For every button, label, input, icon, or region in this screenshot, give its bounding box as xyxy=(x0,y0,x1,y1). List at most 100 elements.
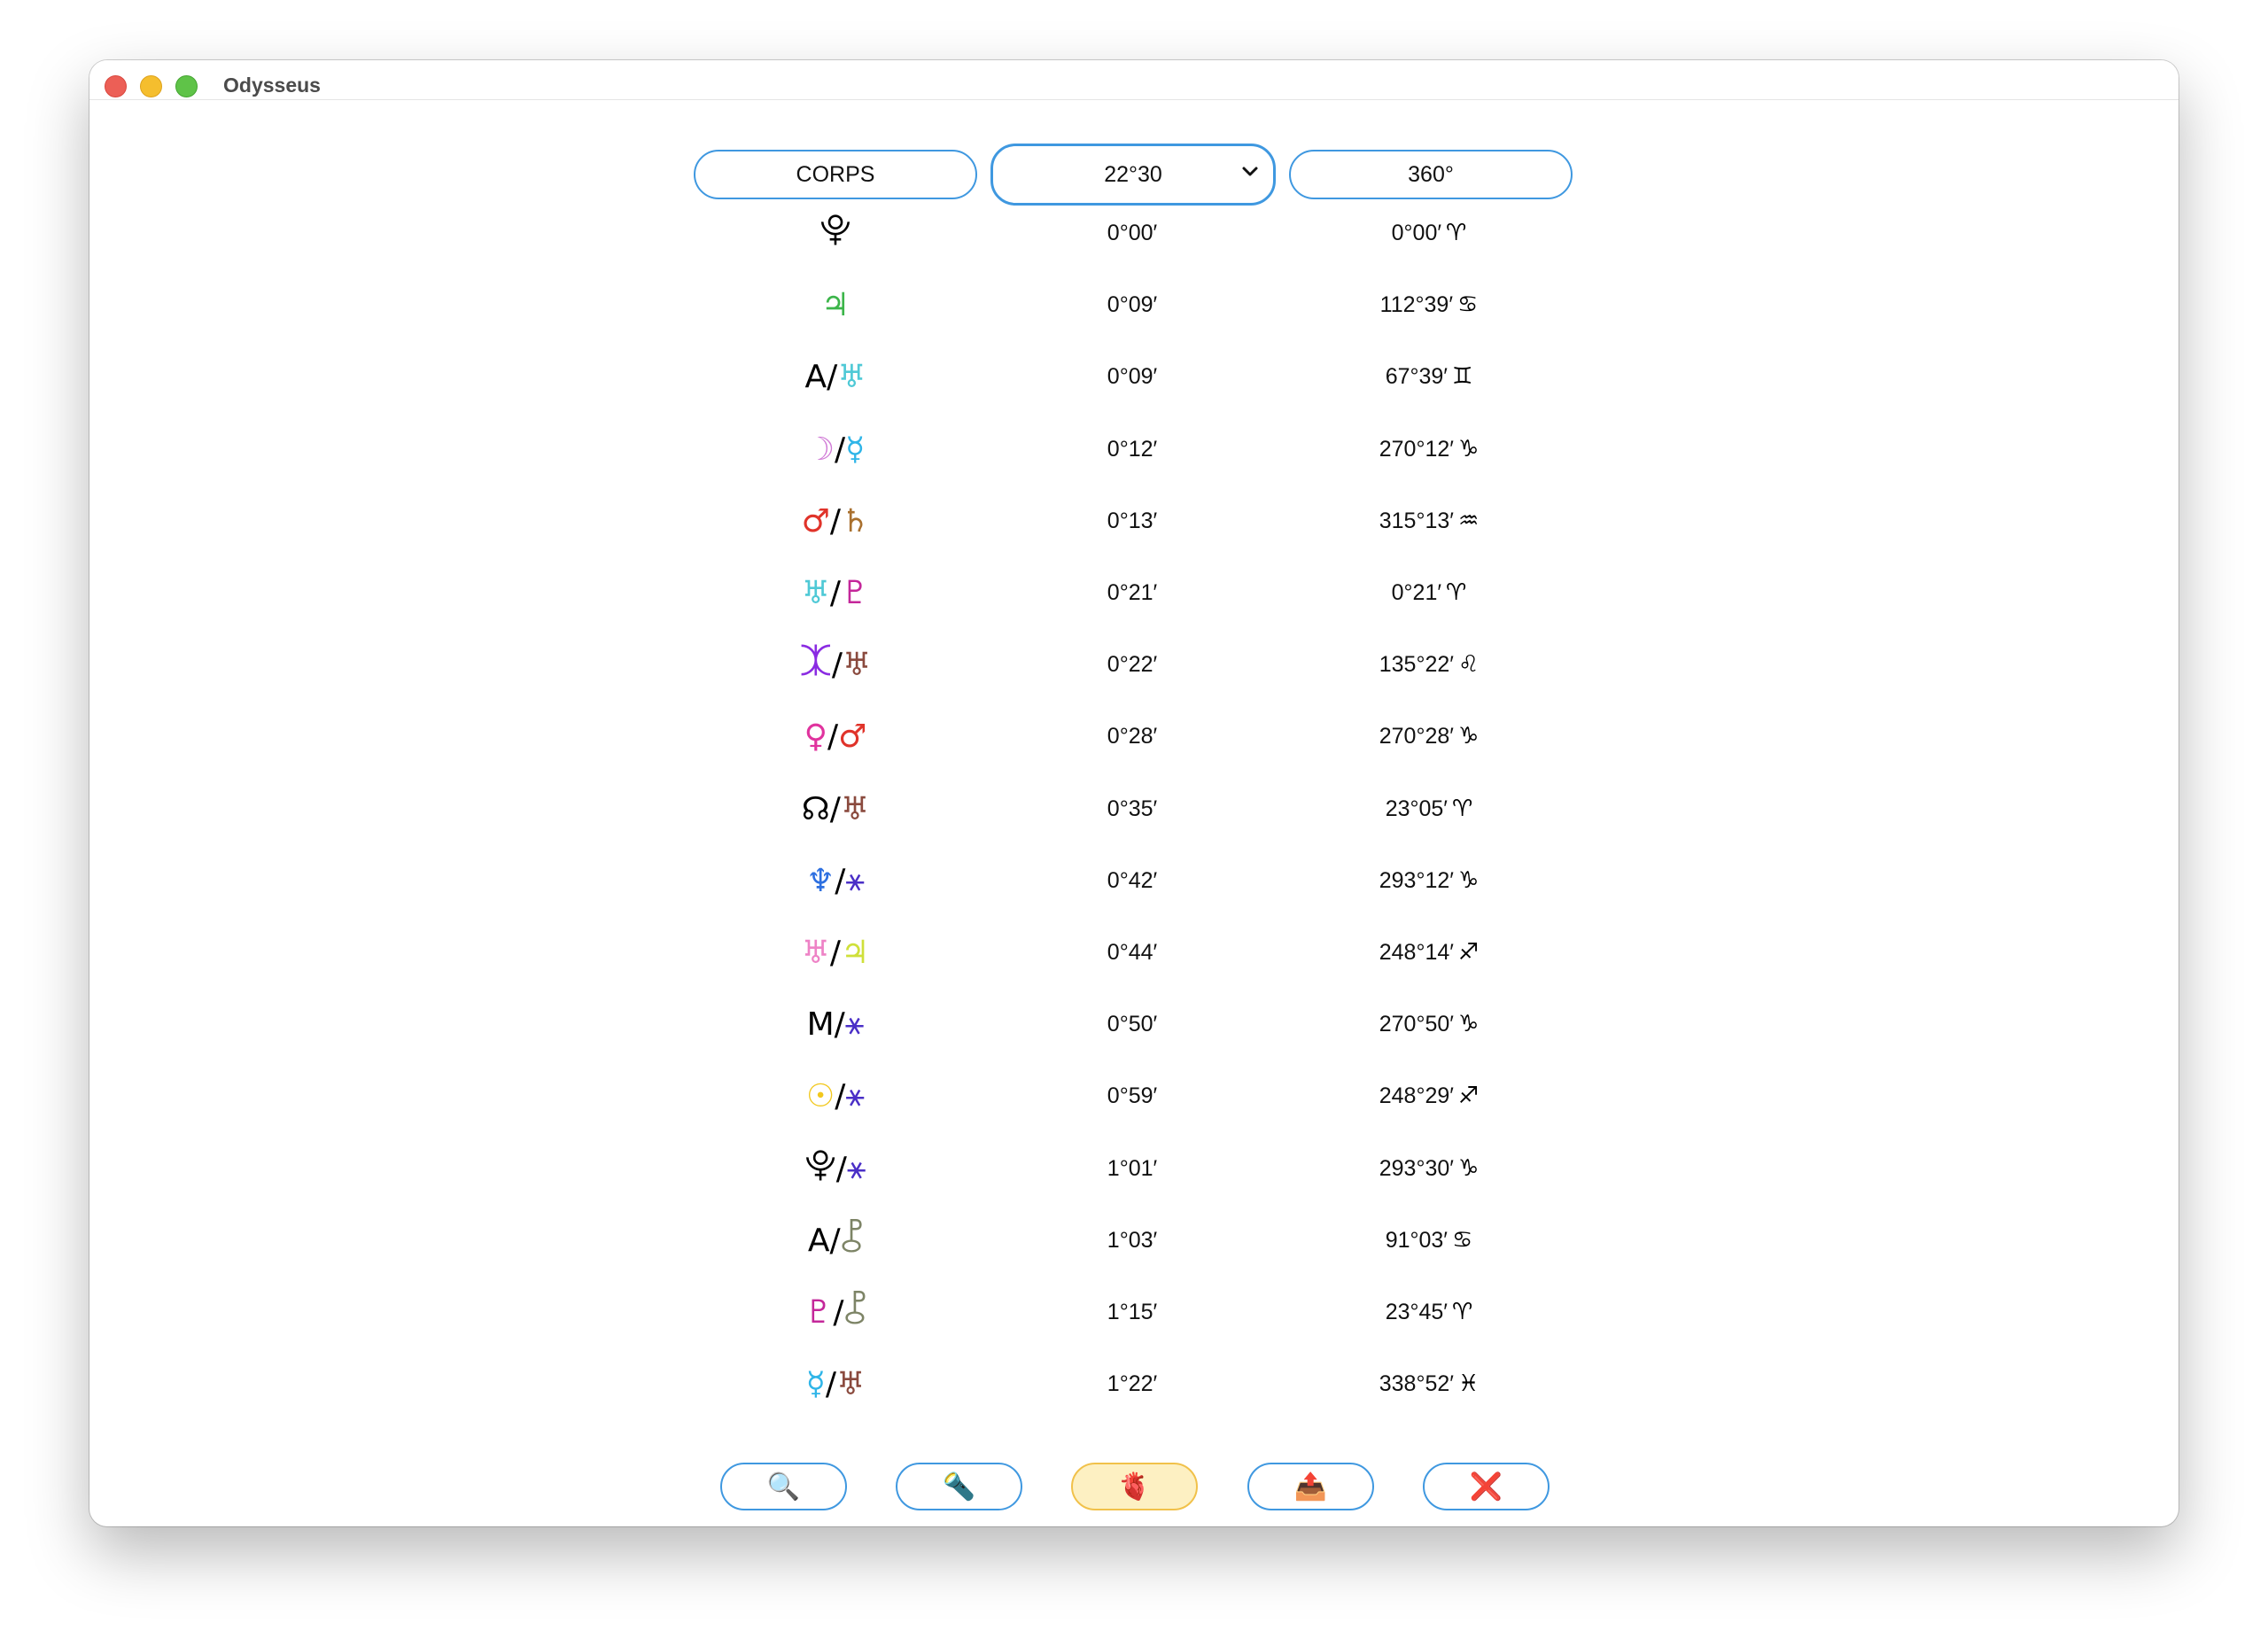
range-button[interactable]: 360° xyxy=(1289,150,1573,199)
midpoint-separator: / xyxy=(827,358,838,395)
planet-glyph: ♇ xyxy=(804,1293,834,1331)
midpoint-separator: / xyxy=(829,1222,841,1259)
orb-cell: 0°12′ xyxy=(1107,436,1158,462)
orb-cell: 0°21′ xyxy=(1107,579,1158,605)
outbox-tray-icon: 📤 xyxy=(1293,1471,1328,1502)
position-cell: 315°13′ ♒ xyxy=(1287,494,1571,547)
body-cell: ☊ / ♅ xyxy=(694,782,977,835)
orb-select[interactable]: 22°30 xyxy=(990,144,1276,206)
range-label: 360° xyxy=(1408,161,1454,187)
cross-mark-icon: ❌ xyxy=(1469,1471,1503,1502)
close-window-button[interactable] xyxy=(105,75,127,97)
table-row[interactable]: ⯓ / ⚹ 1°01′ 293°30′ ♑ xyxy=(89,1142,2179,1195)
zodiac-sign-glyph: ♈ xyxy=(1446,220,1467,246)
body-cell: ♀ / ♂ xyxy=(694,710,977,763)
position-cell: 293°30′ ♑ xyxy=(1287,1142,1571,1195)
position-value: 23°05′ xyxy=(1385,796,1448,821)
table-row[interactable]: A / ♅ 0°09′ 67°39′ ♊ xyxy=(89,350,2179,403)
table-row[interactable]: ☉ / ⚹ 0°59′ 248°29′ ♐ xyxy=(89,1069,2179,1122)
zodiac-sign-glyph: ♊ xyxy=(1452,363,1473,390)
position-cell: 270°28′ ♑ xyxy=(1287,710,1571,763)
position-value: 270°28′ xyxy=(1379,723,1454,749)
body-cell: ♆ / ⚹ xyxy=(694,854,977,907)
planet-glyph: ♆ xyxy=(805,862,835,899)
body-cell: ⯓ xyxy=(694,206,977,260)
zodiac-sign-glyph: ♑ xyxy=(1457,1155,1480,1182)
position-value: 270°50′ xyxy=(1379,1011,1454,1037)
table-row[interactable]: ⯓ 0°00′ 0°00′ ♈ xyxy=(89,206,2179,260)
position-value: 112°39′ xyxy=(1379,291,1454,317)
midpoint-separator: / xyxy=(835,431,846,468)
position-cell: 0°00′ ♈ xyxy=(1287,206,1571,260)
midpoint-separator: / xyxy=(834,1005,845,1043)
orb-cell: 0°22′ xyxy=(1107,651,1158,677)
zodiac-sign-glyph: ♌ xyxy=(1457,651,1480,678)
position-cell: 112°39′ ♋ xyxy=(1287,278,1571,331)
planet-glyph: ♅ xyxy=(835,1365,866,1402)
zodiac-sign-glyph: ♈ xyxy=(1452,796,1473,822)
orb-cell: 1°03′ xyxy=(1107,1227,1158,1253)
planet-glyph: ☿ xyxy=(805,1365,826,1402)
table-row[interactable]: ☊ / ♅ 0°35′ 23°05′ ♈ xyxy=(89,782,2179,835)
orb-cell: 0°28′ xyxy=(1107,723,1158,749)
table-row[interactable]: ⯰ / ♅ 0°22′ 135°22′ ♌ xyxy=(89,638,2179,691)
table-row[interactable]: ♅ / ♃ 0°44′ 248°14′ ♐ xyxy=(89,926,2179,979)
planet-glyph: ♂ xyxy=(801,502,830,540)
planet-glyph: ⚹ xyxy=(844,1005,865,1042)
body-cell: ♃ xyxy=(694,278,977,331)
position-cell: 293°12′ ♑ xyxy=(1287,854,1571,907)
table-row[interactable]: ♀ / ♂ 0°28′ 270°28′ ♑ xyxy=(89,710,2179,763)
orb-cell: 1°22′ xyxy=(1107,1370,1158,1396)
planet-glyph: ♅ xyxy=(840,790,870,827)
orb-cell: 0°44′ xyxy=(1107,939,1158,965)
outbox-tray-button[interactable]: 📤 xyxy=(1247,1463,1374,1510)
zoom-window-button[interactable] xyxy=(175,75,198,97)
corps-button[interactable]: CORPS xyxy=(694,150,977,199)
table-row[interactable]: ☽ / ☿ 0°12′ 270°12′ ♑ xyxy=(89,423,2179,476)
app-window: Odysseus CORPS 22°30 360° ⯓ 0°00′ 0°00′ ♈ ♃ 0… xyxy=(89,60,2179,1526)
orb-select-value: 22°30 xyxy=(1104,161,1162,187)
zodiac-sign-glyph: ♑ xyxy=(1457,867,1480,894)
table-row[interactable]: A / ⯛ 1°03′ 91°03′ ♋ xyxy=(89,1214,2179,1267)
planet-glyph: ⯛ xyxy=(840,1218,864,1255)
table-row[interactable]: ♆ / ⚹ 0°42′ 293°12′ ♑ xyxy=(89,854,2179,907)
orb-cell: 1°15′ xyxy=(1107,1299,1158,1324)
planet-glyph: ♃ xyxy=(841,934,870,971)
zodiac-sign-glyph: ♓ xyxy=(1457,1370,1480,1397)
zodiac-sign-glyph: ♋ xyxy=(1457,291,1479,318)
flashlight-button[interactable]: 🔦 xyxy=(896,1463,1022,1510)
corps-label: CORPS xyxy=(796,161,875,187)
anatomical-heart-icon: 🫀 xyxy=(1117,1471,1152,1502)
midpoint-separator: / xyxy=(827,718,839,755)
flashlight-icon: 🔦 xyxy=(942,1471,976,1502)
orb-cell: 0°50′ xyxy=(1107,1011,1158,1037)
orb-cell: 1°01′ xyxy=(1107,1155,1158,1181)
window-title: Odysseus xyxy=(223,74,321,97)
cross-mark-button[interactable]: ❌ xyxy=(1423,1463,1550,1510)
table-row[interactable]: ♂ / ♄ 0°13′ 315°13′ ♒ xyxy=(89,494,2179,547)
body-cell: ☽ / ☿ xyxy=(694,423,977,476)
body-cell: ☉ / ⚹ xyxy=(694,1069,977,1122)
table-row[interactable]: ♇ / ⯛ 1°15′ 23°45′ ♈ xyxy=(89,1285,2179,1339)
position-cell: 23°05′ ♈ xyxy=(1287,782,1571,835)
table-row[interactable]: M / ⚹ 0°50′ 270°50′ ♑ xyxy=(89,998,2179,1051)
position-value: 315°13′ xyxy=(1379,508,1454,533)
table-row[interactable]: ♅ / ♇ 0°21′ 0°21′ ♈ xyxy=(89,566,2179,619)
table-row[interactable]: ☿ / ♅ 1°22′ 338°52′ ♓ xyxy=(89,1357,2179,1410)
orb-cell: 0°35′ xyxy=(1107,796,1158,821)
midpoint-separator: / xyxy=(835,1077,846,1114)
planet-glyph: ⯛ xyxy=(843,1290,866,1327)
position-cell: 270°50′ ♑ xyxy=(1287,998,1571,1051)
table-row[interactable]: ♃ 0°09′ 112°39′ ♋ xyxy=(89,278,2179,331)
anatomical-heart-button[interactable]: 🫀 xyxy=(1071,1463,1198,1510)
position-value: 248°14′ xyxy=(1379,939,1454,965)
body-cell: ⯰ / ♅ xyxy=(694,638,977,691)
zodiac-sign-glyph: ♋ xyxy=(1452,1227,1473,1254)
minimize-window-button[interactable] xyxy=(140,75,162,97)
search-button[interactable]: 🔍 xyxy=(720,1463,847,1510)
body-cell: M / ⚹ xyxy=(694,998,977,1051)
planet-glyph: M xyxy=(806,1005,835,1043)
planet-glyph: ♅ xyxy=(801,574,830,611)
planet-glyph: ⯰ xyxy=(799,642,832,679)
planet-glyph: ⚹ xyxy=(845,862,866,898)
